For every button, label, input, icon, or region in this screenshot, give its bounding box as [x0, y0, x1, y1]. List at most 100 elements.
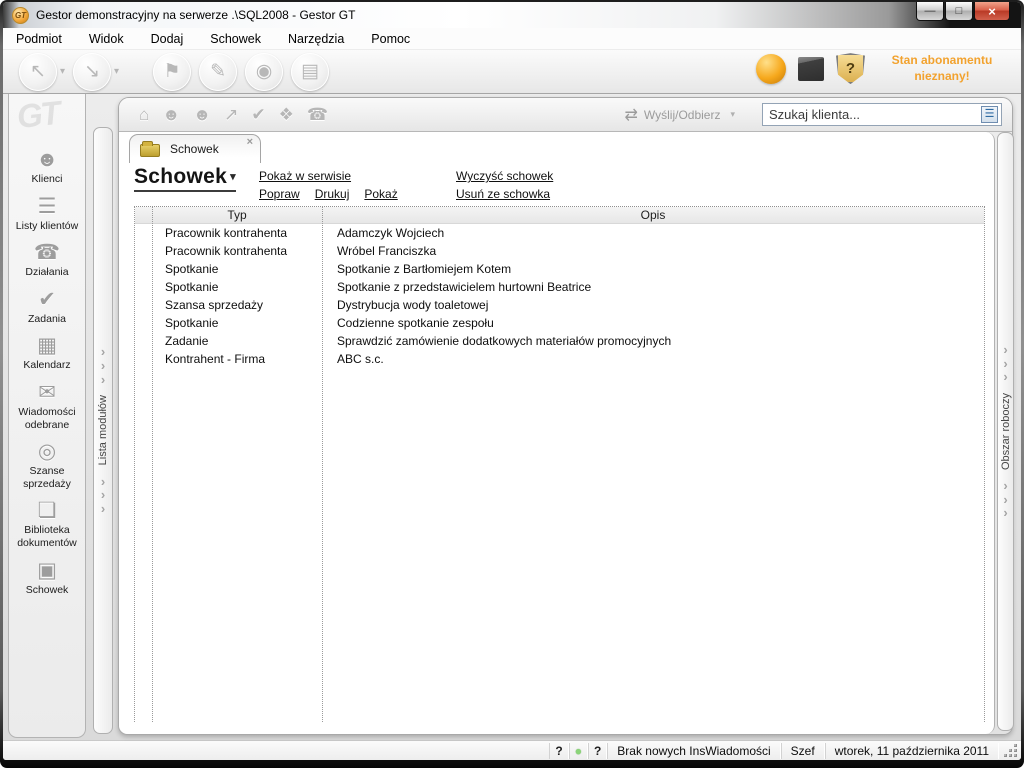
- edit-button[interactable]: ✎: [199, 53, 237, 91]
- chevron-down-icon: ▾: [730, 109, 735, 120]
- phone-button[interactable]: ☎: [307, 105, 328, 125]
- table-row[interactable]: SpotkanieCodzienne spotkanie zespołu: [135, 314, 984, 332]
- menu-item-pomoc[interactable]: Pomoc: [371, 32, 410, 46]
- help-status-icon[interactable]: ?: [555, 743, 562, 759]
- title-bar: GT Gestor demonstracyjny na serwerze .\S…: [3, 2, 1021, 28]
- client-button[interactable]: ☻: [162, 105, 180, 125]
- sidebar-item-klienci[interactable]: ☻Klienci: [9, 144, 85, 191]
- column-divider: [152, 207, 153, 722]
- link-pokaż-w-serwisie[interactable]: Pokaż w serwisie: [259, 169, 351, 187]
- column-opis: Opis: [322, 207, 984, 223]
- link-pokaż[interactable]: Pokaż: [364, 187, 397, 205]
- cell-opis: Adamczyk Wojciech: [322, 224, 984, 242]
- task-button[interactable]: ✔: [251, 105, 265, 125]
- klienci-icon: ☻: [10, 147, 84, 172]
- sidebar-item-label: Biblioteka dokumentów: [10, 524, 84, 549]
- chevron-icon[interactable]: ›: [1003, 343, 1007, 357]
- chevron-icon[interactable]: ›: [1003, 506, 1007, 520]
- chevron-down-icon[interactable]: ▾: [60, 66, 65, 77]
- chevron-icon[interactable]: ›: [101, 475, 105, 489]
- forward-button[interactable]: ↘: [73, 53, 111, 91]
- cell-typ: Kontrahent - Firma: [152, 350, 322, 368]
- sidebar-item-listy-klientów[interactable]: ☰Listy klientów: [9, 191, 85, 238]
- link-popraw[interactable]: Popraw: [259, 187, 300, 205]
- user-status[interactable]: Szef: [781, 743, 825, 759]
- sidebar-item-wiadomości-odebrane[interactable]: ✉Wiadomości odebrane: [9, 377, 85, 436]
- menu-item-narzędzia[interactable]: Narzędzia: [288, 32, 344, 46]
- sidebar-item-szanse-sprzedaży[interactable]: ◎Szanse sprzedaży: [9, 436, 85, 495]
- table-row[interactable]: SpotkanieSpotkanie z Bartłomiejem Kotem: [135, 260, 984, 278]
- link-drukuj[interactable]: Drukuj: [315, 187, 350, 205]
- stamp-button[interactable]: ◉: [245, 53, 283, 91]
- subscription-status: Stan abonamentu nieznany!: [877, 53, 1007, 84]
- menu-item-dodaj[interactable]: Dodaj: [151, 32, 184, 46]
- table-row[interactable]: Pracownik kontrahentaWróbel Franciszka: [135, 242, 984, 260]
- flag-button[interactable]: ⚑: [153, 53, 191, 91]
- link-usuń-ze-schowka[interactable]: Usuń ze schowka: [456, 187, 550, 205]
- menu-item-schowek[interactable]: Schowek: [210, 32, 261, 46]
- package-cube-icon[interactable]: [798, 57, 824, 81]
- cell-opis: Codzienne spotkanie zespołu: [322, 314, 984, 332]
- menu-item-widok[interactable]: Widok: [89, 32, 124, 46]
- menu-item-podmiot[interactable]: Podmiot: [16, 32, 62, 46]
- biblioteka-dokumentów-icon: ❏: [10, 498, 84, 523]
- wiadomości-odebrane-icon: ✉: [10, 380, 84, 405]
- działania-icon: ☎: [10, 240, 84, 265]
- chevron-down-icon[interactable]: ▾: [114, 66, 119, 77]
- group-button[interactable]: ❖: [279, 105, 294, 125]
- cash-register-button[interactable]: ⌂: [139, 105, 149, 125]
- tab-close-icon[interactable]: ×: [247, 136, 253, 148]
- insert-sphere-icon[interactable]: [756, 54, 786, 84]
- table-row[interactable]: Pracownik kontrahentaAdamczyk Wojciech: [135, 224, 984, 242]
- search-input[interactable]: [769, 107, 981, 122]
- table-row[interactable]: SpotkanieSpotkanie z przedstawicielem hu…: [135, 278, 984, 296]
- close-button[interactable]: ×: [974, 2, 1010, 21]
- send-receive-button[interactable]: ⇄ Wyślij/Odbierz ▾: [624, 105, 735, 125]
- help-status-icon[interactable]: ?: [594, 743, 601, 759]
- select-client-button[interactable]: ↖: [19, 53, 57, 91]
- chevron-icon[interactable]: ›: [1003, 493, 1007, 507]
- chevron-icon[interactable]: ›: [1003, 357, 1007, 371]
- messages-status[interactable]: Brak nowych InsWiadomości: [607, 743, 780, 759]
- search-list-icon[interactable]: ☰: [981, 106, 998, 123]
- chevron-icon[interactable]: ›: [1003, 370, 1007, 384]
- chevron-icon[interactable]: ›: [101, 502, 105, 516]
- work-area-strip: ››› Obszar roboczy ›››: [997, 132, 1014, 731]
- workspace-content: Schowek × Schowek▾ Pokaż w serwisie Popr…: [119, 132, 995, 734]
- chevron-icon[interactable]: ›: [101, 359, 105, 373]
- chevron-icon[interactable]: ›: [101, 345, 105, 359]
- table-header[interactable]: Typ Opis: [135, 207, 984, 224]
- table-row[interactable]: Szansa sprzedażyDystrybucja wody toaleto…: [135, 296, 984, 314]
- maximize-button[interactable]: □: [945, 2, 973, 21]
- connection-status-icon: ●: [575, 744, 582, 758]
- tab-strip: Schowek ×: [119, 132, 994, 162]
- link-wyczyść-schowek[interactable]: Wyczyść schowek: [456, 169, 553, 187]
- tab-schowek[interactable]: Schowek ×: [129, 134, 261, 163]
- cell-typ: Pracownik kontrahenta: [152, 224, 322, 242]
- sidebar-item-kalendarz[interactable]: ▦Kalendarz: [9, 330, 85, 377]
- minimize-button[interactable]: —: [916, 2, 944, 21]
- cell-opis: Wróbel Franciszka: [322, 242, 984, 260]
- resize-grip[interactable]: [1004, 744, 1018, 758]
- chevron-icon[interactable]: ›: [1003, 479, 1007, 493]
- print-button[interactable]: ▤: [291, 53, 329, 91]
- sidebar-item-label: Wiadomości odebrane: [10, 406, 84, 431]
- table-row[interactable]: Kontrahent - FirmaABC s.c.: [135, 350, 984, 368]
- sidebar-item-działania[interactable]: ☎Działania: [9, 237, 85, 284]
- action-button[interactable]: ↗: [224, 105, 238, 125]
- sidebar-item-schowek[interactable]: ▣Schowek: [9, 555, 85, 602]
- module-list-strip: ››› Lista modułów ›››: [93, 127, 113, 734]
- sidebar-item-label: Działania: [10, 266, 84, 279]
- help-shield-icon[interactable]: ?: [836, 53, 865, 84]
- sidebar-item-zadania[interactable]: ✔Zadania: [9, 284, 85, 331]
- page-header: Schowek▾ Pokaż w serwisie Popraw Drukuj Po…: [119, 162, 994, 207]
- page-title[interactable]: Schowek▾: [134, 165, 236, 192]
- sidebar-item-biblioteka-dokumentów[interactable]: ❏Biblioteka dokumentów: [9, 495, 85, 554]
- table-row[interactable]: ZadanieSprawdzić zamówienie dodatkowych …: [135, 332, 984, 350]
- chevron-icon[interactable]: ›: [101, 488, 105, 502]
- cell-opis: Spotkanie z Bartłomiejem Kotem: [322, 260, 984, 278]
- cell-typ: Zadanie: [152, 332, 322, 350]
- client-employee-button[interactable]: ☻: [193, 105, 211, 125]
- chevron-icon[interactable]: ›: [101, 373, 105, 387]
- cell-opis: Sprawdzić zamówienie dodatkowych materia…: [322, 332, 984, 350]
